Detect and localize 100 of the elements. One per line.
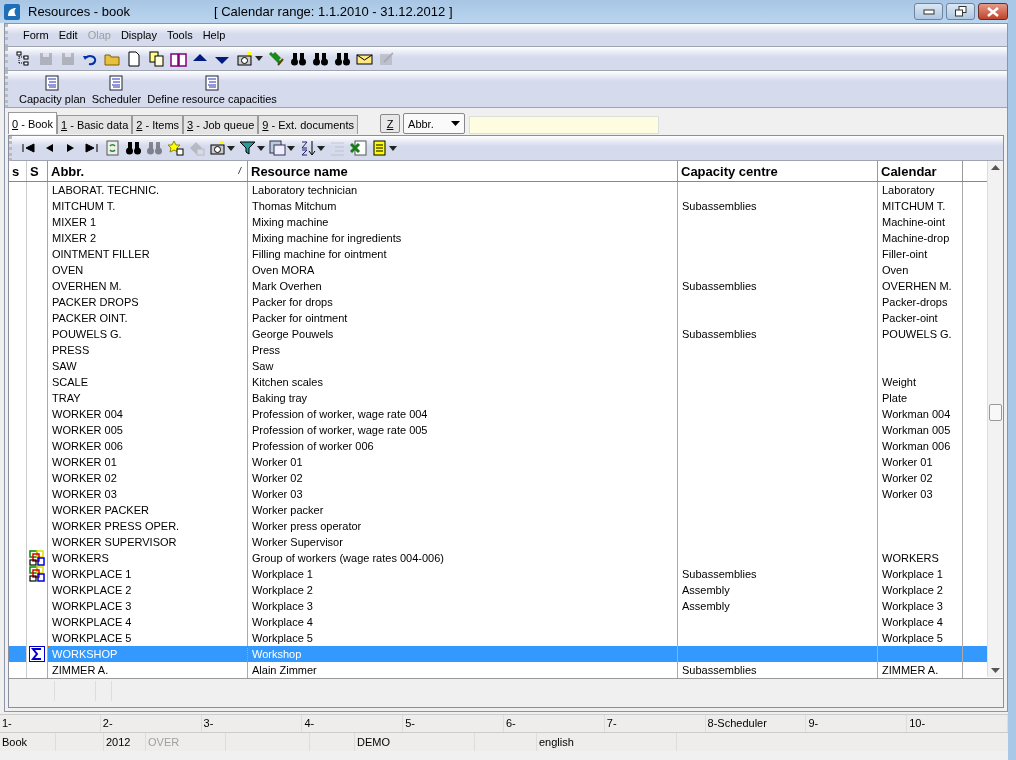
refresh-icon[interactable] [104, 140, 121, 156]
function-key[interactable]: 6- [504, 715, 605, 732]
table-row[interactable]: SAW Saw [9, 358, 987, 374]
table-row[interactable]: WORKPLACE 4 Workplace 4 Workplace 4 [9, 614, 987, 630]
binoculars-icon[interactable] [334, 50, 351, 67]
close-button[interactable] [978, 3, 1008, 20]
search-field[interactable] [469, 116, 660, 134]
tab[interactable]: 2 - Items [132, 115, 184, 134]
columns-icon[interactable] [269, 140, 286, 156]
sort-icon[interactable] [299, 140, 316, 156]
table-cell: George Pouwels [248, 326, 678, 342]
binoculars-icon[interactable] [125, 140, 142, 156]
table-row[interactable]: WORKER 006 Profession of worker 006 Workman 006 [9, 438, 987, 454]
excel-icon[interactable] [350, 140, 367, 156]
table-cell: Thomas Mitchum [248, 198, 678, 214]
table-row[interactable]: PACKER DROPS Packer for drops Packer-drops [9, 294, 987, 310]
field-dropdown[interactable]: Abbr. [403, 113, 466, 134]
export-icon[interactable] [268, 50, 285, 67]
action-button[interactable]: Capacity plan [16, 75, 89, 105]
caret-icon[interactable] [389, 145, 397, 151]
column-header[interactable]: Resource name [248, 161, 678, 181]
function-key[interactable]: 3- [201, 715, 303, 732]
table-row[interactable]: WORKER 01 Worker 01 Worker 01 [9, 454, 987, 470]
menu-item[interactable]: Form [18, 29, 54, 41]
tab[interactable]: 3 - Job queue [183, 115, 259, 134]
table-cell: WORKER 004 [48, 406, 248, 422]
camera-icon[interactable] [209, 140, 226, 156]
scroll-up-icon[interactable] [991, 165, 1000, 170]
function-key[interactable]: 9- [806, 715, 908, 732]
table-row[interactable]: LABORAT. TECHNIC. Laboratory technician Laboratory [9, 182, 987, 198]
caret-icon[interactable] [257, 145, 265, 151]
table-row[interactable]: TRAY Baking tray Plate [9, 390, 987, 406]
table-row[interactable]: PACKER OINT. Packer for ointment Packer-oint [9, 310, 987, 326]
table-cell: Profession of worker, wage rate 005 [248, 422, 678, 438]
binoculars-icon[interactable] [290, 50, 307, 67]
action-button[interactable]: Scheduler [88, 75, 145, 105]
vertical-scrollbar[interactable] [987, 161, 1003, 677]
table-row[interactable]: POUWELS G. George Pouwels Subassemblies POUWELS G. [9, 326, 987, 342]
column-header[interactable]: S [27, 161, 48, 181]
table-row[interactable]: WORKER PRESS OPER. Worker press operator [9, 518, 987, 534]
function-key[interactable]: 1- [0, 715, 101, 732]
note-icon[interactable] [371, 140, 388, 156]
table-row[interactable]: WORKERS Group of workers (wage rates 004-006) WORKERS [9, 550, 987, 566]
menu-item[interactable]: Edit [53, 29, 83, 41]
function-key[interactable]: 5- [403, 715, 504, 732]
function-key[interactable]: 4- [302, 715, 404, 732]
caret-icon[interactable] [255, 56, 263, 61]
filter-icon[interactable] [239, 140, 256, 156]
menu-item[interactable]: Display [115, 29, 162, 41]
table-row[interactable]: MIXER 1 Mixing machine Machine-oint [9, 214, 987, 230]
table-row[interactable]: WORKER 02 Worker 02 Worker 02 [9, 470, 987, 486]
caret-icon[interactable] [287, 145, 295, 151]
table-row[interactable]: OINTMENT FILLER Filling machine for ointment Filler-oint [9, 246, 987, 262]
copy-icon[interactable] [148, 50, 165, 67]
table-row[interactable]: PRESS Press [9, 342, 987, 358]
column-header[interactable]: Abbr. / [48, 161, 248, 181]
menu-item[interactable]: Tools [161, 29, 198, 41]
table-cell: Press [248, 342, 678, 358]
table-cell: Plate [878, 390, 963, 406]
column-header[interactable]: s [9, 161, 27, 181]
page-icon[interactable] [126, 50, 143, 67]
function-key[interactable]: 2- [100, 715, 202, 732]
table-row[interactable]: SCALE Kitchen scales Weight [9, 374, 987, 390]
table-row[interactable]: MIXER 2 Mixing machine for ingredients Machine-drop [9, 230, 987, 246]
table-row[interactable]: WORKER 005 Profession of worker, wage rate 005 Workman 005 [9, 422, 987, 438]
table-row[interactable]: ZIMMER A. Alain Zimmer Subassemblies ZIMMER A. [9, 662, 987, 678]
table-row[interactable]: WORKER PACKER Worker packer [9, 502, 987, 518]
table-row[interactable]: OVEN Oven MORA Oven [9, 262, 987, 278]
binoculars-icon[interactable] [312, 50, 329, 67]
scroll-thumb[interactable] [989, 404, 1002, 421]
caret-icon[interactable] [317, 145, 325, 151]
tab[interactable]: 9 - Ext. documents [258, 115, 359, 134]
book-icon[interactable] [170, 50, 187, 67]
table-row[interactable]: OVERHEN M. Mark Overhen Subassemblies OVERHEN M. [9, 278, 987, 294]
function-key[interactable]: 10- [907, 715, 1008, 732]
first-icon[interactable] [20, 140, 37, 156]
table-row[interactable]: MITCHUM T. Thomas Mitchum Subassemblies MITCHUM T. [9, 198, 987, 214]
new-record-icon[interactable] [167, 140, 184, 156]
table-row[interactable]: WORKER 004 Profession of worker, wage rate 004 Workman 004 [9, 406, 987, 422]
table-row[interactable]: WORKPLACE 3 Workplace 3 Assembly Workplace 3 [9, 598, 987, 614]
tab[interactable]: 1 - Basic data [57, 115, 133, 134]
column-header[interactable]: Calendar [878, 161, 963, 181]
function-key[interactable]: 8-Scheduler [705, 715, 807, 732]
action-button[interactable]: Define resource capacities [144, 75, 280, 105]
table-cell: Subassemblies [678, 278, 878, 294]
tab[interactable]: 0 - Book [8, 112, 57, 134]
function-key[interactable]: 7- [604, 715, 706, 732]
table-row[interactable]: WORKPLACE 1 Workplace 1 Subassemblies Workplace 1 [9, 566, 987, 582]
caret-icon[interactable] [227, 145, 235, 151]
minimize-button[interactable] [914, 3, 943, 20]
table-row[interactable]: WORKPLACE 2 Workplace 2 Assembly Workplace 2 [9, 582, 987, 598]
key-button[interactable]: Z [380, 114, 401, 133]
restore-button[interactable] [946, 3, 975, 20]
table-row[interactable]: WORKER 03 Worker 03 Worker 03 [9, 486, 987, 502]
column-header[interactable]: Capacity centre [678, 161, 878, 181]
scroll-down-icon[interactable] [991, 668, 1000, 673]
last-icon[interactable] [83, 140, 100, 156]
table-row[interactable]: WORKER SUPERVISOR Worker Supervisor [9, 534, 987, 550]
camera-icon[interactable] [236, 50, 253, 67]
menu-item[interactable]: Help [197, 29, 231, 41]
